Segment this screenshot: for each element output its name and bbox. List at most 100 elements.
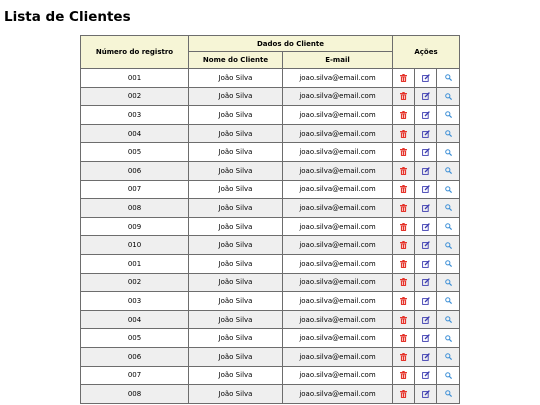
- search-icon[interactable]: [444, 130, 452, 138]
- search-icon[interactable]: [444, 223, 452, 231]
- action-cell-edit: [414, 328, 437, 348]
- edit-icon[interactable]: [421, 148, 430, 157]
- table-row: 003 João Silva joao.silva@email.com: [80, 291, 460, 311]
- trash-icon[interactable]: [400, 222, 407, 231]
- action-cell-edit: [414, 309, 437, 330]
- edit-icon[interactable]: [421, 390, 430, 398]
- cell-nome: João Silva: [188, 216, 283, 237]
- action-cell-delete: [392, 68, 415, 88]
- table-row: 008 João Silva joao.silva@email.com: [80, 384, 460, 404]
- action-cell-delete: [392, 86, 415, 107]
- edit-icon[interactable]: [421, 222, 430, 231]
- cell-nome: João Silva: [188, 272, 283, 293]
- cell-registro: 004: [80, 309, 189, 330]
- col-header-dados: Dados do Cliente: [188, 35, 393, 52]
- edit-icon[interactable]: [421, 315, 430, 324]
- action-cell-edit: [414, 160, 437, 181]
- trash-icon[interactable]: [400, 241, 407, 250]
- edit-icon[interactable]: [421, 166, 430, 175]
- search-icon[interactable]: [444, 93, 452, 100]
- trash-icon[interactable]: [400, 129, 407, 138]
- trash-icon[interactable]: [400, 92, 407, 101]
- cell-email: joao.silva@email.com: [282, 142, 393, 162]
- cell-email: joao.silva@email.com: [282, 309, 393, 330]
- edit-icon[interactable]: [421, 334, 430, 342]
- cell-registro: 002: [80, 272, 189, 293]
- trash-icon[interactable]: [400, 371, 407, 380]
- search-icon[interactable]: [444, 74, 452, 82]
- search-icon[interactable]: [444, 111, 452, 119]
- trash-icon[interactable]: [400, 278, 407, 287]
- search-icon[interactable]: [444, 279, 452, 286]
- cell-email: joao.silva@email.com: [282, 328, 393, 348]
- action-cell-delete: [392, 365, 415, 386]
- action-cell-edit: [414, 253, 437, 274]
- cell-nome: João Silva: [188, 86, 283, 107]
- table-body: 001 João Silva joao.silva@email.com 002 João…: [80, 68, 460, 404]
- action-cell-edit: [414, 384, 437, 404]
- edit-icon[interactable]: [421, 371, 430, 380]
- search-icon[interactable]: [444, 186, 452, 193]
- trash-icon[interactable]: [400, 203, 407, 212]
- search-icon[interactable]: [444, 167, 452, 175]
- action-cell-edit: [414, 86, 437, 107]
- search-icon[interactable]: [444, 297, 452, 305]
- action-cell-view: [436, 309, 460, 330]
- cell-nome: João Silva: [188, 68, 283, 88]
- trash-icon[interactable]: [400, 148, 407, 157]
- trash-icon[interactable]: [400, 73, 407, 82]
- table-row: 006 João Silva joao.silva@email.com: [80, 346, 460, 367]
- page-title: Lista de Clientes: [4, 9, 131, 25]
- action-cell-view: [436, 105, 460, 125]
- trash-icon[interactable]: [400, 185, 407, 194]
- cell-email: joao.silva@email.com: [282, 253, 393, 274]
- search-icon[interactable]: [444, 390, 452, 398]
- cell-registro: 003: [80, 291, 189, 311]
- search-icon[interactable]: [444, 353, 452, 361]
- edit-icon[interactable]: [421, 352, 430, 361]
- action-cell-delete: [392, 272, 415, 293]
- edit-icon[interactable]: [421, 259, 430, 268]
- cell-email: joao.silva@email.com: [282, 123, 393, 144]
- edit-icon[interactable]: [421, 278, 430, 287]
- search-icon[interactable]: [444, 371, 452, 379]
- search-icon[interactable]: [444, 316, 452, 324]
- search-icon[interactable]: [444, 334, 452, 342]
- edit-icon[interactable]: [421, 111, 430, 119]
- cell-email: joao.silva@email.com: [282, 384, 393, 404]
- action-cell-delete: [392, 198, 415, 218]
- trash-icon[interactable]: [400, 315, 407, 324]
- edit-icon[interactable]: [421, 241, 430, 249]
- trash-icon[interactable]: [400, 389, 407, 398]
- edit-icon[interactable]: [421, 185, 430, 194]
- action-cell-edit: [414, 216, 437, 237]
- edit-icon[interactable]: [421, 129, 430, 138]
- action-cell-edit: [414, 346, 437, 367]
- trash-icon[interactable]: [400, 352, 407, 361]
- edit-icon[interactable]: [421, 204, 430, 212]
- cell-registro: 006: [80, 160, 189, 181]
- action-cell-view: [436, 291, 460, 311]
- trash-icon[interactable]: [400, 296, 407, 305]
- trash-icon[interactable]: [400, 334, 407, 343]
- search-icon[interactable]: [444, 260, 452, 268]
- trash-icon[interactable]: [400, 110, 407, 119]
- trash-icon[interactable]: [400, 259, 407, 268]
- action-cell-edit: [414, 142, 437, 162]
- edit-icon[interactable]: [421, 73, 430, 82]
- trash-icon[interactable]: [400, 166, 407, 175]
- cell-email: joao.silva@email.com: [282, 160, 393, 181]
- edit-icon[interactable]: [421, 297, 430, 305]
- cell-nome: João Silva: [188, 365, 283, 386]
- action-cell-delete: [392, 160, 415, 181]
- cell-registro: 008: [80, 384, 189, 404]
- action-cell-view: [436, 365, 460, 386]
- edit-icon[interactable]: [421, 92, 430, 101]
- col-header-registro: Número do registro: [80, 35, 189, 69]
- cell-email: joao.silva@email.com: [282, 198, 393, 218]
- action-cell-delete: [392, 142, 415, 162]
- table-row: 002 João Silva joao.silva@email.com: [80, 272, 460, 293]
- search-icon[interactable]: [444, 148, 452, 156]
- search-icon[interactable]: [444, 241, 452, 249]
- search-icon[interactable]: [444, 204, 452, 212]
